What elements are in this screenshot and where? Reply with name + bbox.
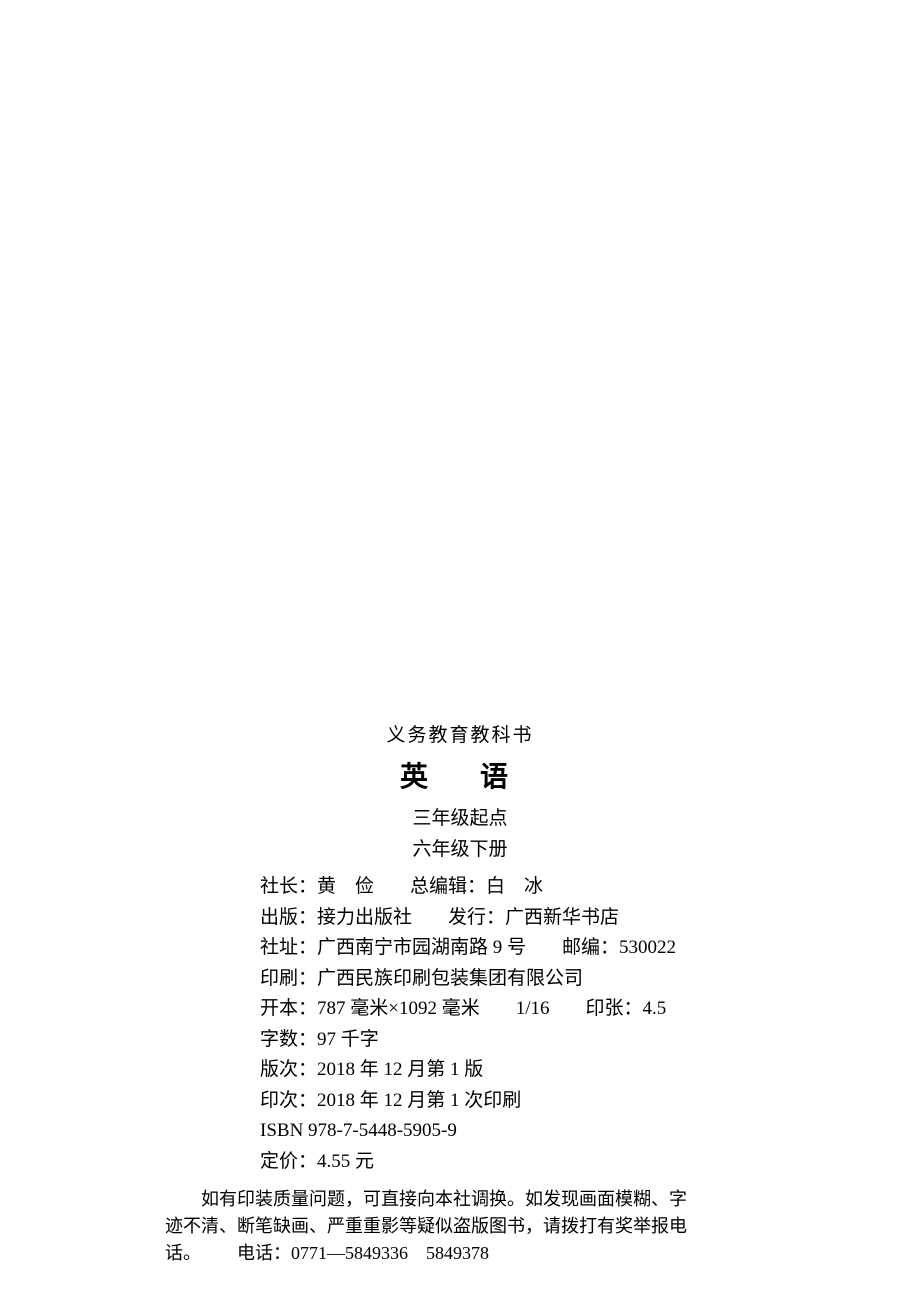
publisher-label: 出版： bbox=[260, 907, 317, 928]
director-name: 黄 俭 bbox=[317, 876, 374, 897]
format-row: 开本：787 毫米×1092 毫米 1/16 印张：4.5 bbox=[260, 995, 760, 1024]
price-value: 4.55 元 bbox=[317, 1151, 374, 1172]
publisher-row: 出版：接力出版社 发行：广西新华书店 bbox=[260, 904, 760, 933]
notice-line1: 如有印装质量问题，可直接向本社调换。如发现画面模糊、字 bbox=[165, 1186, 755, 1213]
subtitle-volume: 六年级下册 bbox=[160, 834, 760, 861]
words-row: 字数：97 千字 bbox=[260, 1026, 760, 1055]
edition-label: 版次： bbox=[260, 1059, 317, 1080]
printer-value: 广西民族印刷包装集团有限公司 bbox=[317, 968, 583, 989]
isbn-row: ISBN 978-7-5448-5905-9 bbox=[260, 1117, 760, 1146]
distributor-label: 发行： bbox=[448, 907, 505, 928]
colophon-page: 义务教育教科书 英 语 三年级起点 六年级下册 社长：黄 俭 总编辑：白 冰 出版… bbox=[0, 720, 920, 1267]
isbn-value: ISBN 978-7-5448-5905-9 bbox=[260, 1120, 457, 1141]
printer-label: 印刷： bbox=[260, 968, 317, 989]
impression-row: 印次：2018 年 12 月第 1 次印刷 bbox=[260, 1087, 760, 1116]
editor-label: 总编辑： bbox=[410, 876, 486, 897]
words-value: 97 千字 bbox=[317, 1029, 379, 1050]
impression-value: 2018 年 12 月第 1 次印刷 bbox=[317, 1090, 521, 1111]
impression-label: 印次： bbox=[260, 1090, 317, 1111]
book-title: 英 语 bbox=[160, 755, 760, 795]
postcode-value: 530022 bbox=[619, 937, 676, 958]
price-label: 定价： bbox=[260, 1151, 317, 1172]
subtitle-start: 三年级起点 bbox=[160, 803, 760, 830]
phone-label: 电话： bbox=[237, 1243, 291, 1263]
sheets-value: 4.5 bbox=[643, 998, 667, 1019]
edition-row: 版次：2018 年 12 月第 1 版 bbox=[260, 1056, 760, 1085]
editor-name: 白 冰 bbox=[486, 876, 543, 897]
edition-value: 2018 年 12 月第 1 版 bbox=[317, 1059, 483, 1080]
series-title: 义务教育教科书 bbox=[160, 720, 760, 747]
distributor-name: 广西新华书店 bbox=[505, 907, 619, 928]
format-label: 开本： bbox=[260, 998, 317, 1019]
director-row: 社长：黄 俭 总编辑：白 冰 bbox=[260, 873, 760, 902]
notice-line3-prefix: 话。 bbox=[165, 1243, 201, 1263]
publication-details: 社长：黄 俭 总编辑：白 冰 出版：接力出版社 发行：广西新华书店 社址：广西南宁市… bbox=[160, 873, 760, 1176]
format-ratio: 1/16 bbox=[516, 998, 550, 1019]
price-row: 定价：4.55 元 bbox=[260, 1148, 760, 1177]
notice-line3: 话。 电话：0771—5849336 5849378 bbox=[165, 1240, 755, 1267]
phone-value: 0771—5849336 5849378 bbox=[291, 1243, 489, 1263]
address-label: 社址： bbox=[260, 937, 317, 958]
notice-line2: 迹不清、断笔缺画、严重重影等疑似盗版图书，请拨打有奖举报电 bbox=[165, 1213, 755, 1240]
address-value: 广西南宁市园湖南路 9 号 bbox=[317, 937, 526, 958]
header-section: 义务教育教科书 英 语 三年级起点 六年级下册 bbox=[160, 720, 760, 861]
publisher-name: 接力出版社 bbox=[317, 907, 412, 928]
printer-row: 印刷：广西民族印刷包装集团有限公司 bbox=[260, 965, 760, 994]
address-row: 社址：广西南宁市园湖南路 9 号 邮编：530022 bbox=[260, 934, 760, 963]
notice-section: 如有印装质量问题，可直接向本社调换。如发现画面模糊、字 迹不清、断笔缺画、严重重… bbox=[160, 1186, 760, 1267]
director-label: 社长： bbox=[260, 876, 317, 897]
sheets-label: 印张： bbox=[586, 998, 643, 1019]
format-value: 787 毫米×1092 毫米 bbox=[317, 998, 480, 1019]
words-label: 字数： bbox=[260, 1029, 317, 1050]
postcode-label: 邮编： bbox=[562, 937, 619, 958]
